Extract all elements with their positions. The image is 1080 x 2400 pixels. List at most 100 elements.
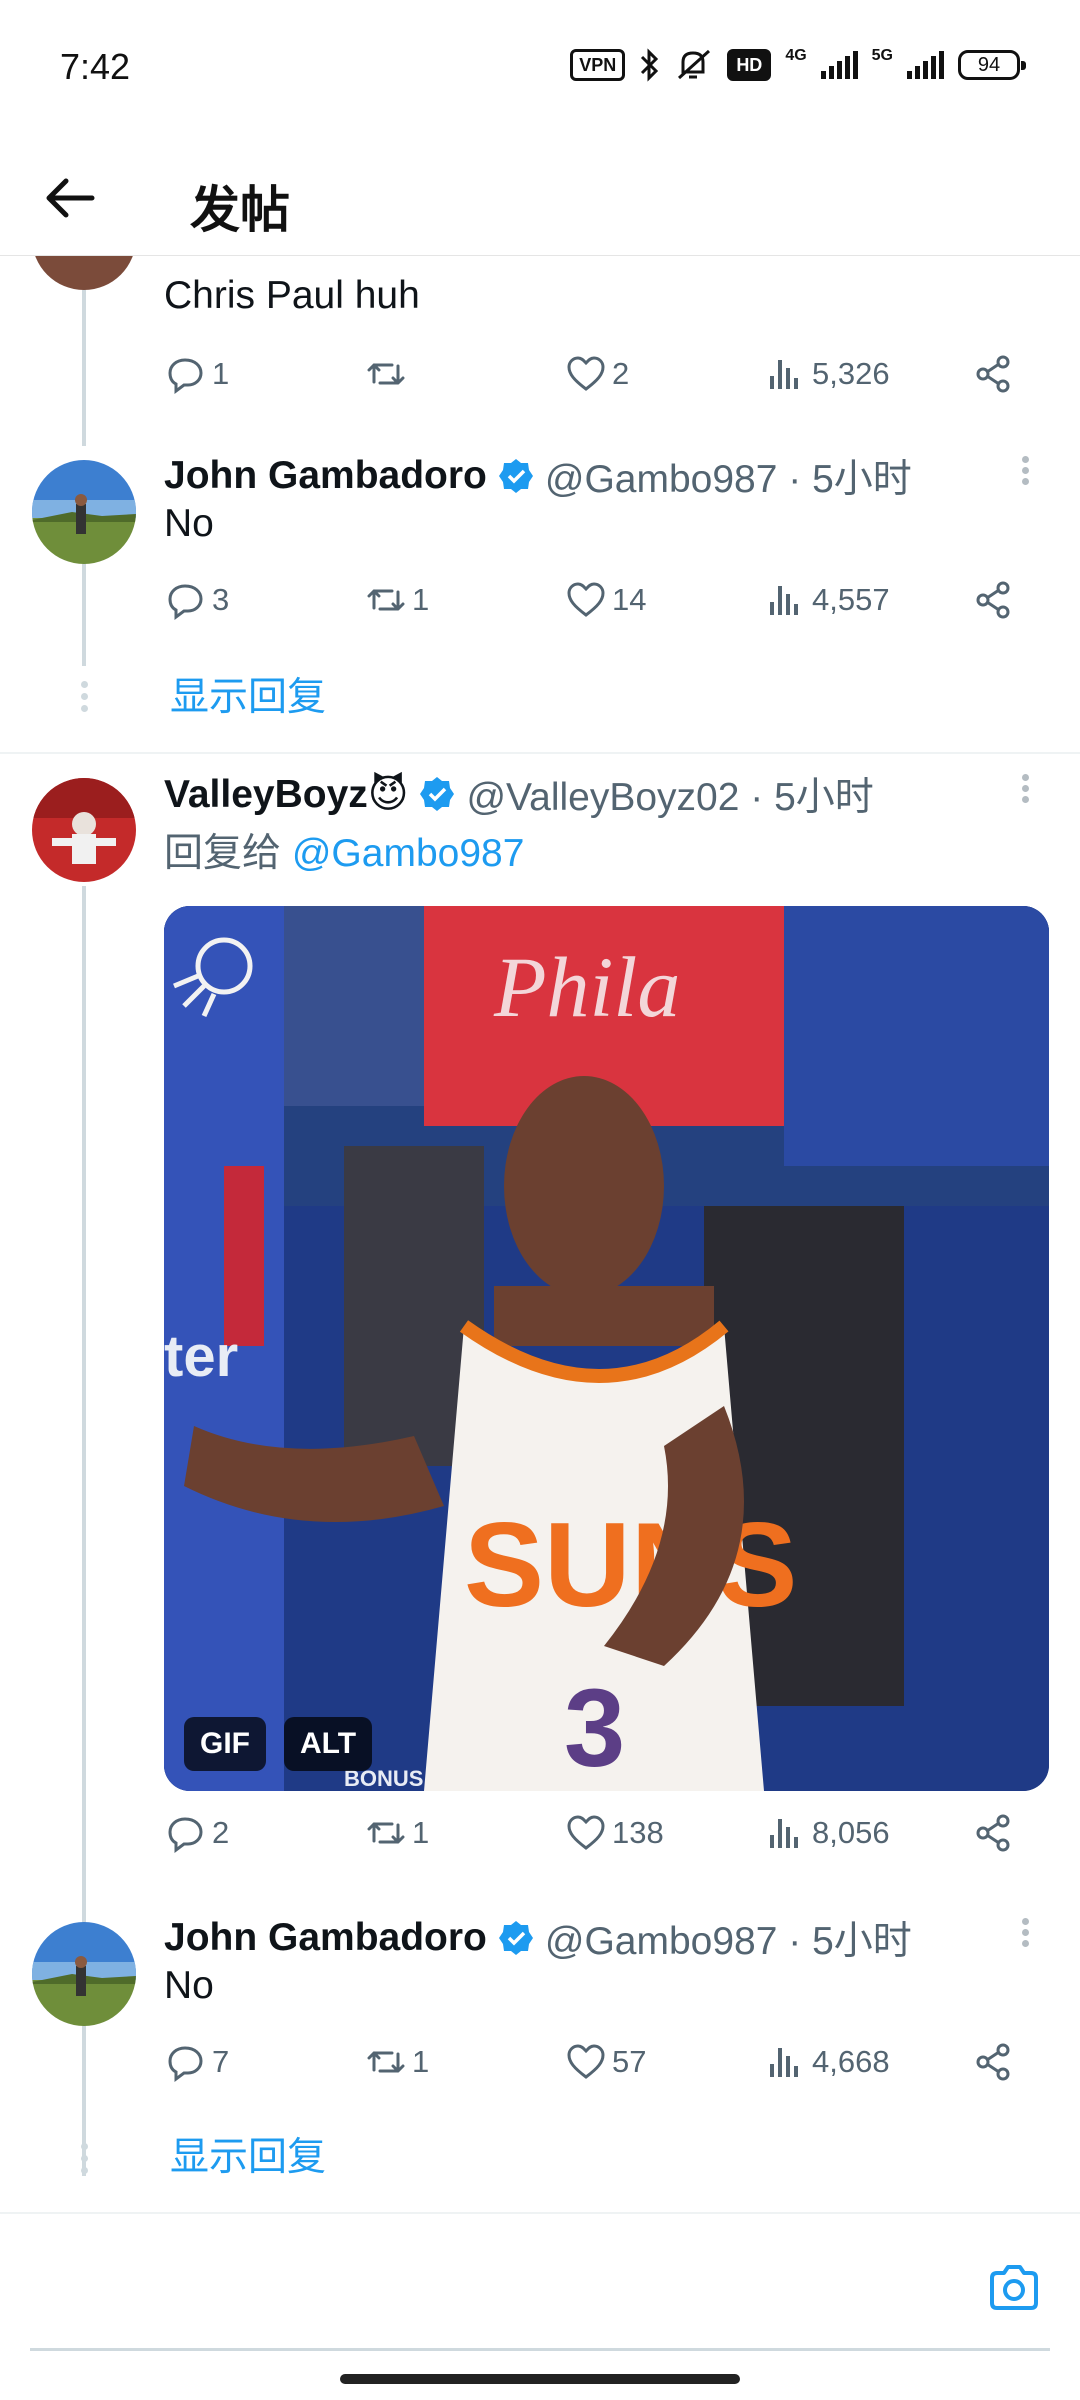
thread-line [82,556,86,666]
views-count: 4,557 [812,582,890,617]
post-header: John Gambadoro @Gambo987 · 5小时 [164,448,912,504]
reply-button[interactable]: 1 [164,352,229,396]
like-icon [567,582,605,617]
thread-more-dots [79,676,89,717]
network-5g-label: 5G [871,47,893,64]
reply-input[interactable] [30,2244,950,2324]
verified-badge-icon [498,1921,533,1955]
author-handle: @ValleyBoyz02 · 5小时 [466,776,874,819]
back-arrow-icon[interactable] [40,168,100,228]
reply-count: 2 [212,1815,230,1850]
like-button[interactable]: 2 [564,352,629,396]
avatar-image [32,460,136,564]
camera-icon[interactable] [986,2260,1042,2316]
verified-badge-icon [420,777,455,811]
status-icons: VPN HD 4G 5G 94 [570,47,1026,82]
repost-icon [367,2051,405,2073]
media-text-courtside: ter [164,1324,238,1389]
views-button[interactable]: 4,557 [764,578,890,622]
views-button[interactable]: 8,056 [764,1811,890,1855]
avatar-image [32,778,136,882]
avatar-john-gambadoro[interactable] [32,1922,136,2026]
reply-count: 3 [212,582,230,617]
reply-count: 7 [212,2044,230,2079]
author-name[interactable]: ValleyBoyz😈 [164,772,408,817]
status-bar: 7:42 VPN HD 4G 5G 94 [0,0,1080,140]
like-button[interactable]: 14 [564,578,646,622]
gif-frame: ter Phila SUNS 3 BONUS [164,906,1049,1791]
like-count: 57 [612,2044,647,2079]
bluetooth-icon [641,48,659,82]
gif-badge[interactable]: GIF [184,1717,266,1771]
repost-icon [367,363,405,385]
reply-button[interactable]: 7 [164,2040,229,2084]
reply-icon [168,2046,203,2082]
reply-button[interactable]: 3 [164,578,229,622]
repost-count: 1 [412,582,430,617]
share-button[interactable] [972,2040,1020,2084]
repost-button[interactable]: 1 [364,1811,429,1855]
mute-icon [678,49,711,80]
share-button[interactable] [972,1811,1020,1855]
post-text: No [164,502,214,545]
repost-count: 1 [412,1815,430,1850]
repost-button[interactable] [364,352,412,396]
home-indicator[interactable] [340,2374,740,2384]
show-replies-link[interactable]: 显示回复 [170,666,326,722]
post-media-gif[interactable]: ter Phila SUNS 3 BONUS GIF ALT [164,906,1049,1791]
more-icon[interactable] [1018,770,1032,810]
more-icon[interactable] [1018,452,1032,492]
post-actions: 1 2 5,326 [164,352,1024,412]
avatar-valleyboyz[interactable] [32,778,136,882]
post-text: Chris Paul huh [164,274,420,317]
media-text-team-shirt: Phila [493,939,680,1035]
views-icon [770,1819,798,1848]
author-name[interactable]: John Gambadoro [164,454,487,498]
top-app-bar: 发帖 [0,140,1080,256]
thread-line [82,2026,86,2126]
reply-count: 1 [212,356,230,391]
views-button[interactable]: 4,668 [764,2040,890,2084]
share-button[interactable] [972,578,1020,622]
repost-count: 1 [412,2044,430,2079]
like-icon [567,2044,605,2079]
like-count: 14 [612,582,647,617]
author-name[interactable]: John Gambadoro [164,1916,487,1960]
vpn-icon: VPN [570,49,626,81]
replying-to: 回复给 @Gambo987 [164,822,524,878]
post-text: No [164,1964,214,2007]
avatar[interactable] [32,256,136,290]
views-button[interactable]: 5,326 [764,352,890,396]
replying-to-handle[interactable]: @Gambo987 [292,832,525,875]
post-actions: 3 1 14 4,557 [164,578,1024,638]
reply-icon [168,358,203,394]
hd-icon: HD [727,49,772,81]
repost-button[interactable]: 1 [364,578,429,622]
views-icon [770,360,798,389]
reply-icon [168,1817,203,1853]
network-4g-label: 4G [785,47,807,64]
show-replies-link[interactable]: 显示回复 [170,2126,326,2182]
avatar-john-gambadoro[interactable] [32,460,136,564]
post-header: John Gambadoro @Gambo987 · 5小时 [164,1910,912,1966]
share-icon [976,355,1010,393]
views-count: 5,326 [812,356,890,391]
divider [0,752,1080,754]
share-button[interactable] [972,352,1020,396]
post-actions: 7 1 57 4,668 [164,2040,1024,2100]
share-icon [976,1814,1010,1852]
like-count: 2 [612,356,630,391]
reply-button[interactable]: 2 [164,1811,229,1855]
post-header: ValleyBoyz😈 @ValleyBoyz02 · 5小时 [164,766,874,822]
like-button[interactable]: 57 [564,2040,646,2084]
reply-icon [168,584,203,620]
like-button[interactable]: 138 [564,1811,664,1855]
alt-badge[interactable]: ALT [284,1717,373,1771]
views-count: 4,668 [812,2044,890,2079]
repost-icon [367,1822,405,1844]
repost-button[interactable]: 1 [364,2040,429,2084]
post-actions: 2 1 138 8,056 [164,1811,1024,1871]
more-icon[interactable] [1018,1914,1032,1954]
thread-list[interactable]: Chris Paul huh 1 2 5,326 John Gambadoro … [0,256,1080,2206]
thread-more-dots [79,2138,89,2179]
